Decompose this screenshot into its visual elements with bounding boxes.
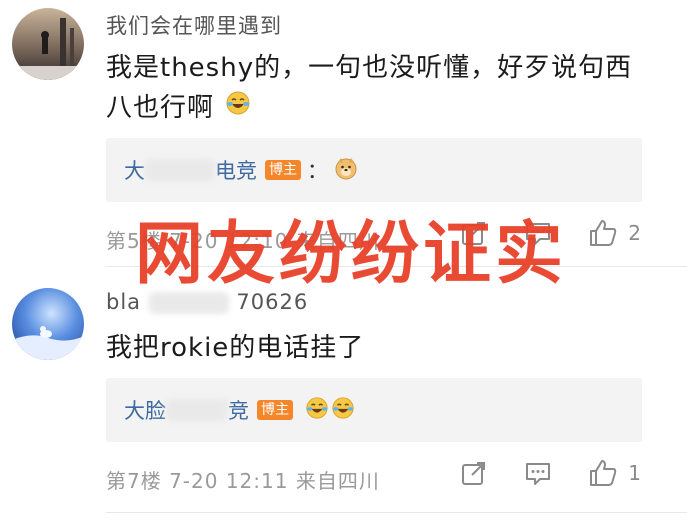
reply-box[interactable]: 大 电竞 博主 ： xyxy=(106,138,642,202)
comment-text: 我是theshy的，一句也没听懂，好歹说句西 八也行啊 xyxy=(106,48,666,128)
reply-author-name-start[interactable]: 大脸 xyxy=(124,395,166,425)
reply-button[interactable] xyxy=(524,459,552,487)
comment-text: 我把rokie的电话挂了 xyxy=(106,328,666,368)
comment-feed: 我们会在哪里遇到 我是theshy的，一句也没听懂，好歹说句西 八也行啊 大 电… xyxy=(0,0,687,523)
avatar-image xyxy=(12,288,84,360)
avatar[interactable] xyxy=(12,288,84,360)
reply-content: 大脸 竞 博主 xyxy=(124,378,355,442)
reply-author-name-start[interactable]: 大 xyxy=(124,155,145,185)
like-button[interactable]: 2 xyxy=(588,218,641,248)
comment-meta: 第7楼 7-20 12:11 来自四川 xyxy=(106,469,380,493)
like-button[interactable]: 1 xyxy=(588,458,641,488)
like-count: 1 xyxy=(628,461,641,485)
reply-author-name-end[interactable]: 电竞 xyxy=(215,155,257,185)
like-icon xyxy=(590,220,617,246)
comment-text-line: 八也行啊 xyxy=(106,88,666,128)
username-text: 我们会在哪里遇到 xyxy=(106,14,282,38)
divider xyxy=(106,512,687,513)
avatar[interactable] xyxy=(12,8,84,80)
redaction-blur xyxy=(166,399,228,421)
like-icon xyxy=(590,460,617,486)
laugh-cry-emoji-icon xyxy=(225,88,251,128)
comment-icon xyxy=(526,463,551,485)
comment-text-line: 我把rokie的电话挂了 xyxy=(106,333,365,363)
laugh-cry-emoji-icon xyxy=(305,396,329,425)
laugh-cry-emoji-icon xyxy=(331,396,355,425)
share-button[interactable] xyxy=(460,459,488,487)
comment-text-line-content: 八也行啊 xyxy=(106,93,215,123)
blogger-badge: 博主 xyxy=(265,160,301,180)
avatar-image xyxy=(12,8,84,80)
comment-item: bla 70626 我把rokie的电话挂了 大脸 竞 博主 第7楼 7-20 … xyxy=(0,270,687,523)
reply-box[interactable]: 大脸 竞 博主 xyxy=(106,378,642,442)
share-icon xyxy=(462,462,486,485)
redaction-blur xyxy=(145,159,215,181)
like-count: 2 xyxy=(628,221,641,245)
reply-colon: ： xyxy=(307,159,328,183)
comment-text-line: 我是theshy的，一句也没听懂，好歹说句西 xyxy=(106,53,633,83)
reply-author-name-end[interactable]: 竞 xyxy=(228,395,249,425)
reply-content: 大 电竞 博主 ： xyxy=(124,138,358,202)
username[interactable]: 我们会在哪里遇到 xyxy=(106,10,282,40)
blogger-badge: 博主 xyxy=(257,400,293,420)
comment-actions: 1 xyxy=(424,458,641,488)
doge-emoji-icon xyxy=(334,156,358,185)
overlay-caption: 网友纷纷证实 xyxy=(135,215,568,294)
